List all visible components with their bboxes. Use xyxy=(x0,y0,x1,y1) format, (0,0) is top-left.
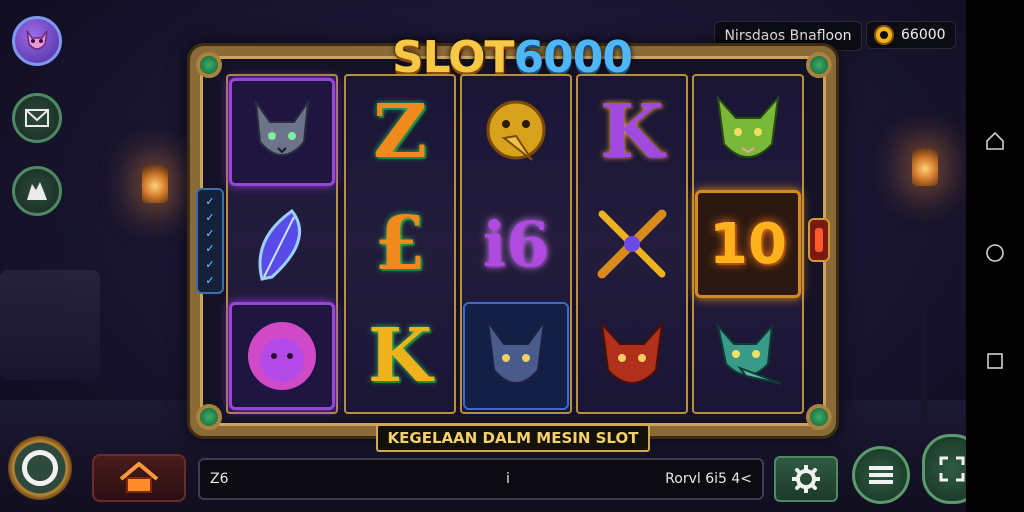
lamp-pole xyxy=(922,200,927,420)
letter-symbol: K xyxy=(367,313,433,399)
frame-gem-icon xyxy=(806,52,832,78)
number-symbol: i6 xyxy=(482,207,550,281)
gear-icon xyxy=(792,465,820,493)
coin-balance: 66000 xyxy=(866,21,956,49)
frame-gem-icon xyxy=(806,404,832,430)
check-icon: ✓ xyxy=(205,257,215,271)
spin-ring-icon xyxy=(22,450,58,486)
game-screen: Nirsdaos Bnafloon 66000 SLOT6000 Z £ K i… xyxy=(0,0,966,512)
recents-nav-icon[interactable] xyxy=(985,351,1005,371)
lamp-left-decoration xyxy=(142,165,168,203)
green-cat-icon xyxy=(716,94,780,158)
fox-symbol xyxy=(579,302,685,410)
circle-nav-icon[interactable] xyxy=(985,243,1005,263)
lion-symbol xyxy=(229,302,335,410)
creature-face-icon xyxy=(26,30,48,50)
home-button[interactable] xyxy=(92,454,186,502)
croc-symbol xyxy=(695,302,801,410)
avatar[interactable] xyxy=(12,16,62,66)
payline-indicator[interactable]: ✓ ✓ ✓ ✓ ✓ ✓ xyxy=(196,188,224,294)
check-icon: ✓ xyxy=(205,273,215,287)
frame-gem-icon xyxy=(196,52,222,78)
envelope-icon xyxy=(25,109,49,127)
info-bar: Z6 i Rorvl 6i5 4< xyxy=(198,458,764,500)
spin-button[interactable] xyxy=(8,436,72,500)
coin-icon xyxy=(874,25,894,45)
lamp-pole xyxy=(152,200,157,340)
blue-wolf-icon xyxy=(487,321,545,384)
expand-icon xyxy=(939,456,965,482)
check-icon: ✓ xyxy=(205,195,215,209)
crossed-swords-symbol xyxy=(579,190,685,298)
wolf-symbol xyxy=(463,302,569,410)
info-right: Rorvl 6i5 4< xyxy=(665,471,752,487)
pink-lion-icon xyxy=(248,322,316,390)
red-fox-icon xyxy=(600,320,664,384)
number-symbol: 10 xyxy=(695,190,801,298)
frame-gem-icon xyxy=(196,404,222,430)
crossed-swords-icon xyxy=(597,209,667,279)
check-icon: ✓ xyxy=(205,242,215,256)
info-left: Z6 xyxy=(210,471,229,487)
wolf-badge-icon xyxy=(27,182,47,200)
letter-symbol: £ xyxy=(374,201,426,287)
hamburger-menu-icon xyxy=(869,466,893,484)
letter-symbol: Z xyxy=(372,89,428,175)
system-navigation-bar xyxy=(966,0,1024,512)
home-nav-icon[interactable] xyxy=(985,131,1005,151)
menu-button[interactable] xyxy=(852,446,910,504)
grey-cat-icon xyxy=(254,98,310,156)
bird-symbol xyxy=(463,78,569,186)
check-icon: ✓ xyxy=(205,226,215,240)
rewards-button[interactable] xyxy=(12,166,62,216)
fullscreen-button[interactable] xyxy=(922,434,966,504)
coin-amount: 66000 xyxy=(901,27,946,43)
settings-button[interactable] xyxy=(774,456,838,502)
mail-button[interactable] xyxy=(12,93,62,143)
lamp-right-decoration xyxy=(912,148,938,186)
bench-decoration xyxy=(0,270,100,380)
game-banner: KEGELAAN DALM MESIN SLOT xyxy=(376,424,650,452)
green-cat-symbol xyxy=(695,78,801,186)
home-icon xyxy=(119,462,159,493)
cat-symbol xyxy=(229,78,335,186)
info-middle: i xyxy=(506,471,510,487)
blue-feather-icon xyxy=(258,208,301,281)
teal-croc-icon xyxy=(716,322,783,385)
feather-symbol xyxy=(229,190,335,298)
letter-symbol: K xyxy=(599,89,665,175)
gold-bird-icon xyxy=(486,100,546,161)
check-icon: ✓ xyxy=(205,210,215,224)
bet-lever[interactable] xyxy=(808,218,830,262)
